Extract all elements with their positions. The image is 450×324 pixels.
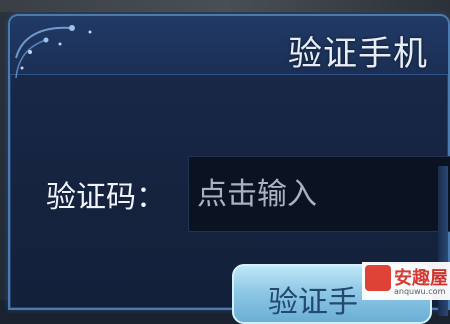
dialog-title: 验证手机 [288,34,428,74]
verification-code-row: 验证码： [38,156,450,234]
watermark-logo-icon [365,265,391,291]
verification-code-label: 验证码： [46,180,166,215]
corner-ornament-icon [15,25,92,79]
watermark-url: anquwu.com [394,287,446,296]
verification-code-input[interactable] [188,156,450,232]
top-strip [0,0,450,12]
watermark: 安趣屋 anquwu.com [362,262,450,300]
